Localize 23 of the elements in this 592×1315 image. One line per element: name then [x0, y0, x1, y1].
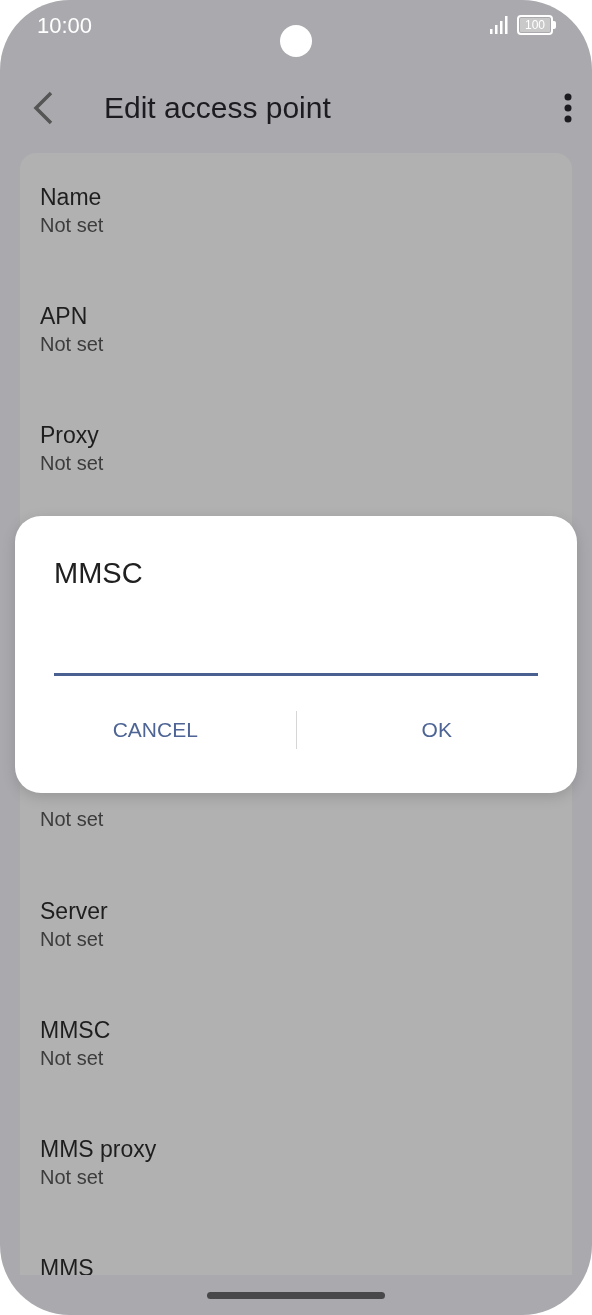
- setting-value: Not set: [40, 451, 104, 476]
- setting-value: Not set: [40, 332, 104, 357]
- setting-label: Name: [40, 183, 102, 211]
- page-title: Edit access point: [104, 90, 332, 126]
- setting-value: Not set: [40, 807, 104, 832]
- setting-value: Not set: [40, 927, 104, 952]
- camera-hole: [280, 25, 312, 57]
- setting-label: Server: [40, 897, 108, 925]
- clock: 10:00: [37, 11, 93, 40]
- ok-button[interactable]: OK: [296, 711, 577, 749]
- dialog-title: MMSC: [54, 556, 144, 590]
- setting-label: MMSC: [40, 1016, 111, 1044]
- setting-value: Not set: [40, 1165, 104, 1190]
- setting-value: Not set: [40, 213, 104, 238]
- more-options-icon[interactable]: [564, 92, 572, 123]
- setting-label: MMS proxy: [40, 1135, 157, 1163]
- signal-icon: [489, 16, 509, 34]
- back-icon[interactable]: [32, 90, 54, 125]
- cancel-button[interactable]: CANCEL: [15, 711, 296, 749]
- setting-label: Proxy: [40, 421, 99, 449]
- setting-label: APN: [40, 302, 88, 330]
- setting-value: Not set: [40, 1046, 104, 1071]
- home-indicator[interactable]: [207, 1291, 385, 1299]
